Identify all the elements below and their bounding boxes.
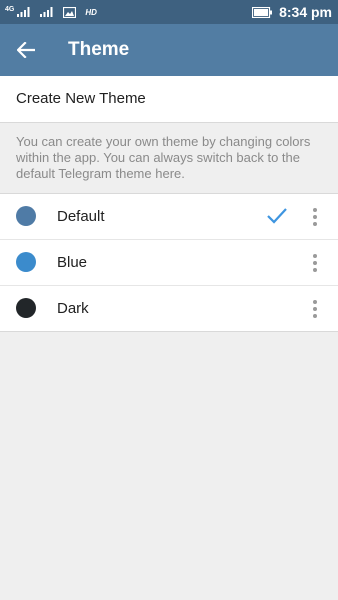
theme-name: Blue (57, 254, 88, 271)
theme-color-swatch (16, 252, 36, 272)
theme-list: Default Blue Dark (0, 194, 338, 332)
theme-options-button[interactable] (306, 249, 324, 276)
status-right: 8:34 pm (252, 0, 332, 24)
theme-info-section: You can create your own theme by changin… (0, 122, 338, 194)
theme-name: Dark (57, 300, 89, 317)
create-new-theme-label: Create New Theme (16, 90, 146, 107)
network-type-label: 4G (5, 5, 15, 13)
status-left: 4G HD (5, 0, 97, 24)
app-bar: Theme (0, 24, 338, 76)
theme-color-swatch (16, 298, 36, 318)
create-new-theme-button[interactable]: Create New Theme (0, 76, 338, 122)
signal-icon (40, 7, 53, 17)
battery-icon (252, 6, 273, 18)
theme-item-blue[interactable]: Blue (0, 240, 338, 286)
theme-color-swatch (16, 206, 36, 226)
page-title: Theme (68, 39, 130, 60)
checkmark-icon (267, 208, 287, 224)
hd-label: HD (85, 7, 97, 17)
signal-icon (17, 7, 30, 17)
back-button[interactable] (6, 30, 46, 70)
theme-name: Default (57, 208, 105, 225)
theme-item-dark[interactable]: Dark (0, 286, 338, 331)
theme-item-default[interactable]: Default (0, 194, 338, 240)
more-vertical-icon (313, 207, 317, 226)
status-bar: 4G HD 8:34 pm (0, 0, 338, 24)
theme-options-button[interactable] (306, 295, 324, 322)
theme-options-button[interactable] (306, 203, 324, 230)
arrow-left-icon (17, 42, 35, 58)
more-vertical-icon (313, 299, 317, 318)
theme-info-text: You can create your own theme by changin… (16, 134, 311, 181)
status-time: 8:34 pm (279, 4, 332, 20)
image-icon (63, 6, 77, 18)
more-vertical-icon (313, 253, 317, 272)
